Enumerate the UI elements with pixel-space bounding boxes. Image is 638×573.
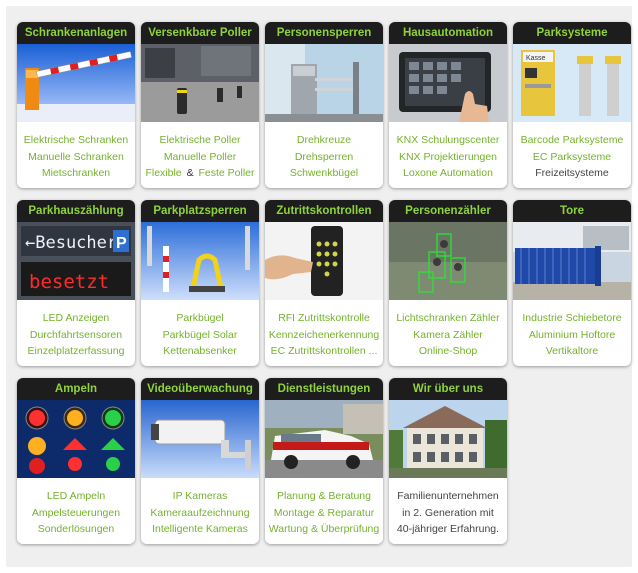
parking-barrier-image[interactable] xyxy=(141,222,259,300)
parking-p-sign: P xyxy=(116,235,127,252)
separator-ampersand: & xyxy=(186,167,194,179)
card-title[interactable]: Zutrittskontrollen xyxy=(265,200,383,222)
link-ip-kameras[interactable]: IP Kameras xyxy=(141,488,259,505)
link-kameraaufzeichnung[interactable]: Kameraaufzeichnung xyxy=(141,505,259,522)
card-tore: Tore Industrie Schiebetore Aluminium Hof… xyxy=(513,200,631,366)
link-kennzeichenerkennung[interactable]: Kennzeichenerkennung xyxy=(265,327,383,344)
traffic-lights-image[interactable] xyxy=(17,400,135,478)
link-led-anzeigen[interactable]: LED Anzeigen xyxy=(17,310,135,327)
card-dienstleistungen: Dienstleistungen Planung & Beratung Mont… xyxy=(265,378,383,544)
about-text-line: Familienunternehmen xyxy=(397,490,499,502)
card-title[interactable]: Parkplatzsperren xyxy=(141,200,259,222)
led-display-image[interactable]: ←Besucher P besetzt xyxy=(17,222,135,300)
kasse-sign: Kasse xyxy=(526,55,546,62)
link-manuelle-schranken[interactable]: Manuelle Schranken xyxy=(17,149,135,166)
link-knx-schulungscenter[interactable]: KNX Schulungscenter xyxy=(389,132,507,149)
card-title[interactable]: Schrankenanlagen xyxy=(17,22,135,44)
link-parkbuegel-solar[interactable]: Parkbügel Solar xyxy=(141,327,259,344)
card-title[interactable]: Tore xyxy=(513,200,631,222)
link-durchfahrtsensoren[interactable]: Durchfahrtsensoren xyxy=(17,327,135,344)
link-ec-parksysteme[interactable]: EC Parksysteme xyxy=(513,149,631,166)
company-building-image[interactable] xyxy=(389,400,507,478)
surveillance-camera-image[interactable] xyxy=(141,400,259,478)
link-einzelplatzerfassung[interactable]: Einzelplatzerfassung xyxy=(17,343,135,360)
card-parkhauszaehlung: Parkhauszählung ←Besucher P besetzt LED … xyxy=(17,200,135,366)
service-vehicle-image[interactable] xyxy=(265,400,383,478)
card-parksysteme: Parksysteme Kasse Barcode Parksysteme EC… xyxy=(513,22,631,188)
link-elektrische-poller[interactable]: Elektrische Poller xyxy=(141,132,259,149)
link-manuelle-poller[interactable]: Manuelle Poller xyxy=(141,149,259,166)
card-videoueberwachung: Videoüberwachung IP Kameras Kameraaufzei… xyxy=(141,378,259,544)
card-title[interactable]: Wir über uns xyxy=(389,378,507,400)
link-drehsperren[interactable]: Drehsperren xyxy=(265,149,383,166)
link-kettenabsenker[interactable]: Kettenabsenker xyxy=(141,343,259,360)
card-title[interactable]: Ampeln xyxy=(17,378,135,400)
link-montage-reparatur[interactable]: Montage & Reparatur xyxy=(265,505,383,522)
link-online-shop[interactable]: Online-Shop xyxy=(389,343,507,360)
sliding-gate-image[interactable] xyxy=(513,222,631,300)
link-industrie-schiebetore[interactable]: Industrie Schiebetore xyxy=(513,310,631,327)
page-background: Schrankenanlagen Elektrische Schranken M… xyxy=(6,6,632,567)
besetzt-display-text: besetzt xyxy=(29,271,109,293)
link-lichtschranken-zaehler[interactable]: Lichtschranken Zähler xyxy=(389,310,507,327)
card-ampeln: Ampeln LED Ampeln Ampelsteuerungen Sonde… xyxy=(17,378,135,544)
link-kamera-zaehler[interactable]: Kamera Zähler xyxy=(389,327,507,344)
link-drehkreuze[interactable]: Drehkreuze xyxy=(265,132,383,149)
product-category-grid: Schrankenanlagen Elektrische Schranken M… xyxy=(6,6,632,567)
card-personensperren: Personensperren Drehkreuze Drehsperren S… xyxy=(265,22,383,188)
link-ampelsteuerungen[interactable]: Ampelsteuerungen xyxy=(17,505,135,522)
people-counter-camera-image[interactable] xyxy=(389,222,507,300)
card-title[interactable]: Personenzähler xyxy=(389,200,507,222)
text-freizeitsysteme: Freizeitsysteme xyxy=(535,167,609,179)
card-versenkbare-poller: Versenkbare Poller Elektrische Poller Ma… xyxy=(141,22,259,188)
card-title[interactable]: Hausautomation xyxy=(389,22,507,44)
link-knx-projektierungen[interactable]: KNX Projektierungen xyxy=(389,149,507,166)
card-title[interactable]: Versenkbare Poller xyxy=(141,22,259,44)
besucher-display-text: ←Besucher xyxy=(25,233,117,253)
link-elektrische-schranken[interactable]: Elektrische Schranken xyxy=(17,132,135,149)
link-wartung-ueberpruefung[interactable]: Wartung & Überprüfung xyxy=(265,521,383,538)
about-text-line: in 2. Generation mit xyxy=(402,506,494,519)
link-schwenkbuegel[interactable]: Schwenkbügel xyxy=(265,165,383,182)
card-zutrittskontrollen: Zutrittskontrollen RFI Zutrittskontrolle… xyxy=(265,200,383,366)
card-title[interactable]: Parksysteme xyxy=(513,22,631,44)
card-title[interactable]: Parkhauszählung xyxy=(17,200,135,222)
link-led-ampeln[interactable]: LED Ampeln xyxy=(17,488,135,505)
card-title[interactable]: Personensperren xyxy=(265,22,383,44)
parking-system-image[interactable]: Kasse xyxy=(513,44,631,122)
link-flexible[interactable]: Flexible xyxy=(143,167,183,179)
link-ec-zutrittskontrollen[interactable]: EC Zutrittskontrollen ... xyxy=(265,343,383,360)
link-barcode-parksysteme[interactable]: Barcode Parksysteme xyxy=(513,132,631,149)
link-planung-beratung[interactable]: Planung & Beratung xyxy=(265,488,383,505)
barrier-gate-image[interactable] xyxy=(17,44,135,122)
link-parkbuegel[interactable]: Parkbügel xyxy=(141,310,259,327)
link-sonderloesungen[interactable]: Sonderlösungen xyxy=(17,521,135,538)
link-intelligente-kameras[interactable]: Intelligente Kameras xyxy=(141,521,259,538)
link-vertikaltore[interactable]: Vertikaltore xyxy=(513,343,631,360)
turnstile-image[interactable] xyxy=(265,44,383,122)
link-feste-poller[interactable]: Feste Poller xyxy=(197,167,257,179)
card-hausautomation: Hausautomation KNX Schulungscenter KNX P… xyxy=(389,22,507,188)
keypad-reader-image[interactable] xyxy=(265,222,383,300)
about-text-line: 40-jähriger Erfahrung. xyxy=(396,523,500,535)
card-parkplatzsperren: Parkplatzsperren Parkbügel Parkbügel Sol… xyxy=(141,200,259,366)
link-mietschranken[interactable]: Mietschranken xyxy=(17,165,135,182)
card-schrankenanlagen: Schrankenanlagen Elektrische Schranken M… xyxy=(17,22,135,188)
link-aluminium-hoftore[interactable]: Aluminium Hoftore xyxy=(513,327,631,344)
card-title[interactable]: Dienstleistungen xyxy=(265,378,383,400)
link-loxone-automation[interactable]: Loxone Automation xyxy=(389,165,507,182)
link-rfi-zutrittskontrolle[interactable]: RFI Zutrittskontrolle xyxy=(265,310,383,327)
touch-panel-image[interactable] xyxy=(389,44,507,122)
card-title[interactable]: Videoüberwachung xyxy=(141,378,259,400)
card-personenzaehler: Personenzähler Lichtschranken Zähler Kam… xyxy=(389,200,507,366)
bollard-image[interactable] xyxy=(141,44,259,122)
card-wir-ueber-uns: Wir über uns Familienunternehmen in 2. G… xyxy=(389,378,507,544)
